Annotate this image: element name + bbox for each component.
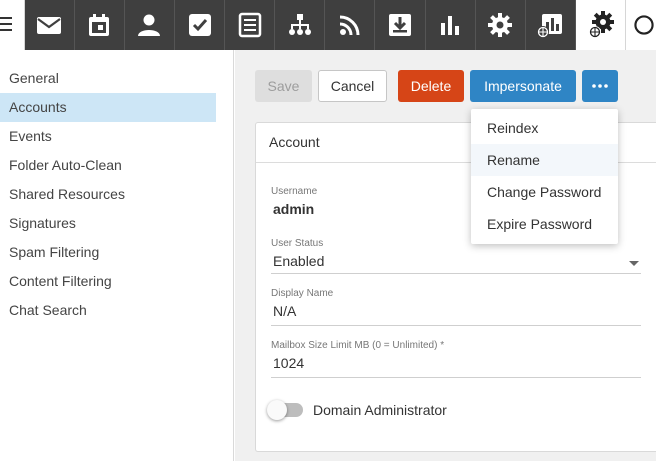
display-name-input[interactable]: N/A [273,303,296,319]
delete-button[interactable]: Delete [398,70,464,102]
display-name-label: Display Name [271,288,334,299]
more-actions-button[interactable] [582,70,618,102]
sidebar-item-signatures[interactable]: Signatures [0,209,216,238]
calendar-icon[interactable] [75,0,125,50]
settings-sidebar: General Accounts Events Folder Auto-Clea… [0,50,234,461]
mailbox-size-input[interactable]: 1024 [273,355,304,371]
mailbox-size-underline [271,377,641,378]
ellipsis-icon [592,84,608,88]
menu-item-change-password[interactable]: Change Password [471,176,618,208]
sidebar-item-chat-search[interactable]: Chat Search [0,296,216,325]
mailbox-size-label: Mailbox Size Limit MB (0 = Unlimited) * [271,340,445,351]
sidebar-item-spam-filtering[interactable]: Spam Filtering [0,238,216,267]
contacts-icon[interactable] [125,0,175,50]
sidebar-item-accounts[interactable]: Accounts [0,93,216,122]
menu-item-reindex[interactable]: Reindex [471,112,618,144]
sidebar-item-content-filtering[interactable]: Content Filtering [0,267,216,296]
cancel-button[interactable]: Cancel [318,70,387,102]
sidebar-item-general[interactable]: General [0,64,216,93]
toggle-knob [267,400,287,420]
domain-admin-toggle[interactable] [267,400,303,420]
user-status-underline [271,273,641,274]
menu-icon[interactable] [0,0,25,50]
domain-settings-icon[interactable] [575,0,627,50]
settings-icon[interactable] [476,0,526,50]
impersonate-button[interactable]: Impersonate [470,70,576,102]
domain-overflow-icon[interactable] [626,0,656,50]
menu-item-expire-password[interactable]: Expire Password [471,208,618,240]
download-icon[interactable] [375,0,426,50]
mail-icon[interactable] [25,0,75,50]
notes-icon[interactable] [225,0,276,50]
rss-icon[interactable] [325,0,376,50]
user-status-select[interactable]: Enabled [273,253,324,269]
sitemap-icon[interactable] [275,0,326,50]
display-name-underline [271,325,641,326]
sidebar-item-events[interactable]: Events [0,122,216,151]
more-actions-menu: Reindex Rename Change Password Expire Pa… [471,109,618,244]
domain-reports-icon[interactable] [526,0,576,50]
domain-admin-label: Domain Administrator [313,402,447,418]
menu-item-rename[interactable]: Rename [471,144,618,176]
sidebar-item-shared-resources[interactable]: Shared Resources [0,180,216,209]
reports-icon[interactable] [426,0,476,50]
app-toolbar [0,0,656,50]
user-status-label: User Status [271,238,324,249]
username-value: admin [273,201,315,217]
sidebar-item-folder-auto-clean[interactable]: Folder Auto-Clean [0,151,216,180]
chevron-down-icon[interactable] [629,261,639,266]
tasks-icon[interactable] [175,0,226,50]
username-label: Username [271,186,318,197]
save-button[interactable]: Save [255,70,312,102]
